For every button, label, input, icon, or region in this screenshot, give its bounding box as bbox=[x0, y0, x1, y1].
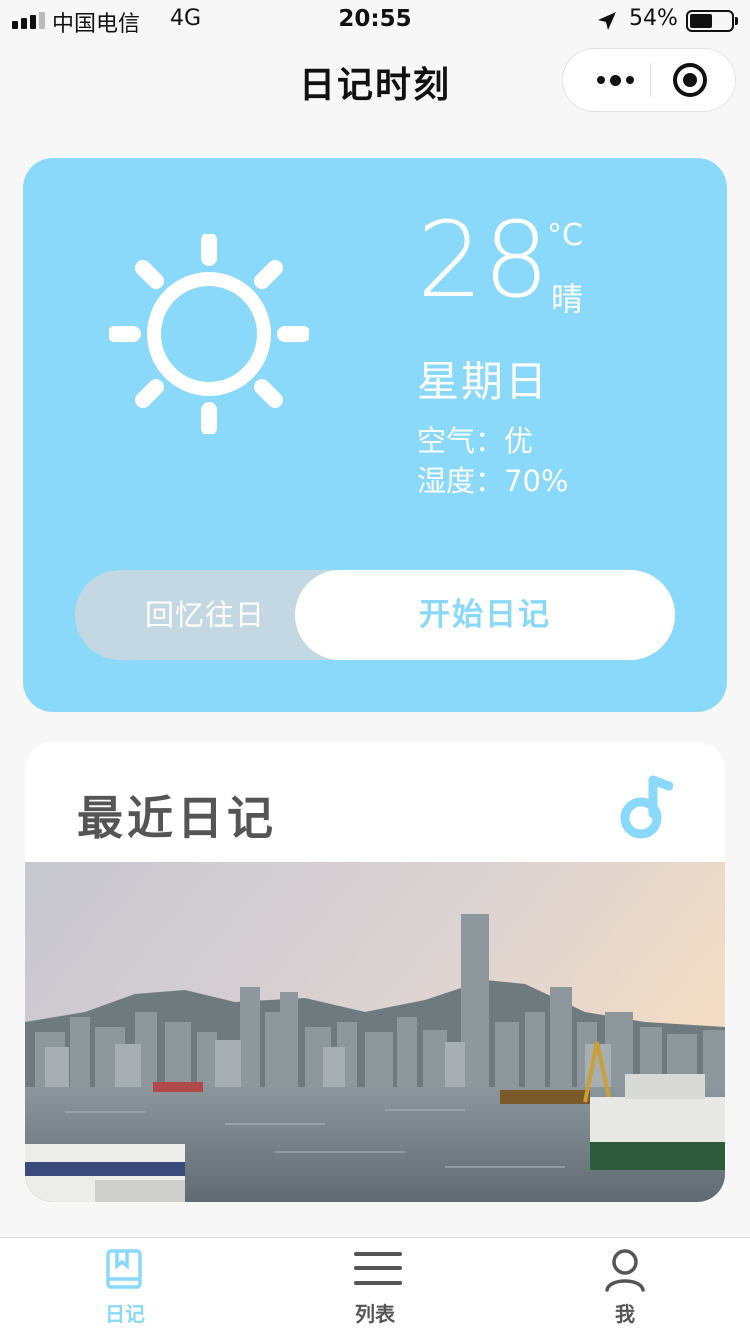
tab-diary[interactable]: 日记 bbox=[0, 1238, 250, 1334]
weather-condition: 晴 bbox=[551, 280, 584, 318]
temperature-value: 28 bbox=[417, 199, 550, 321]
music-note-icon[interactable] bbox=[617, 774, 673, 840]
temperature-unit: °C bbox=[547, 218, 583, 253]
location-arrow-icon bbox=[598, 12, 616, 30]
tab-label: 我 bbox=[615, 1302, 635, 1326]
user-icon bbox=[605, 1249, 645, 1292]
weekday-label: 星期日 bbox=[417, 357, 550, 406]
tab-me[interactable]: 我 bbox=[500, 1238, 750, 1334]
mini-program-capsule bbox=[562, 48, 736, 112]
diary-action-toggle: 回忆往日 开始日记 bbox=[75, 570, 675, 660]
sun-icon bbox=[109, 234, 309, 434]
status-bar: 中国电信 4G 20:55 54% bbox=[0, 0, 750, 42]
battery-icon bbox=[686, 10, 738, 32]
start-diary-button[interactable]: 开始日记 bbox=[295, 570, 675, 660]
close-mini-program-button[interactable] bbox=[673, 63, 707, 97]
humidity-label: 湿度：70% bbox=[417, 464, 569, 498]
capsule-divider bbox=[650, 63, 651, 97]
tab-label: 日记 bbox=[105, 1302, 145, 1326]
recent-diary-card[interactable]: 最近日记 bbox=[25, 742, 725, 1202]
recent-diary-title: 最近日记 bbox=[77, 791, 277, 845]
tab-bar: 日记 列表 我 bbox=[0, 1237, 750, 1334]
battery-percent: 54% bbox=[629, 6, 678, 31]
air-quality-label: 空气：优 bbox=[417, 424, 534, 458]
list-icon bbox=[354, 1252, 402, 1285]
weather-card: 28 °C 晴 星期日 空气：优 湿度：70% 回忆往日 开始日记 bbox=[23, 158, 727, 712]
more-menu-button[interactable] bbox=[581, 49, 649, 111]
book-icon bbox=[106, 1249, 142, 1289]
tab-label: 列表 bbox=[355, 1302, 395, 1326]
tab-list[interactable]: 列表 bbox=[250, 1238, 500, 1334]
diary-cover-photo[interactable] bbox=[25, 862, 725, 1202]
